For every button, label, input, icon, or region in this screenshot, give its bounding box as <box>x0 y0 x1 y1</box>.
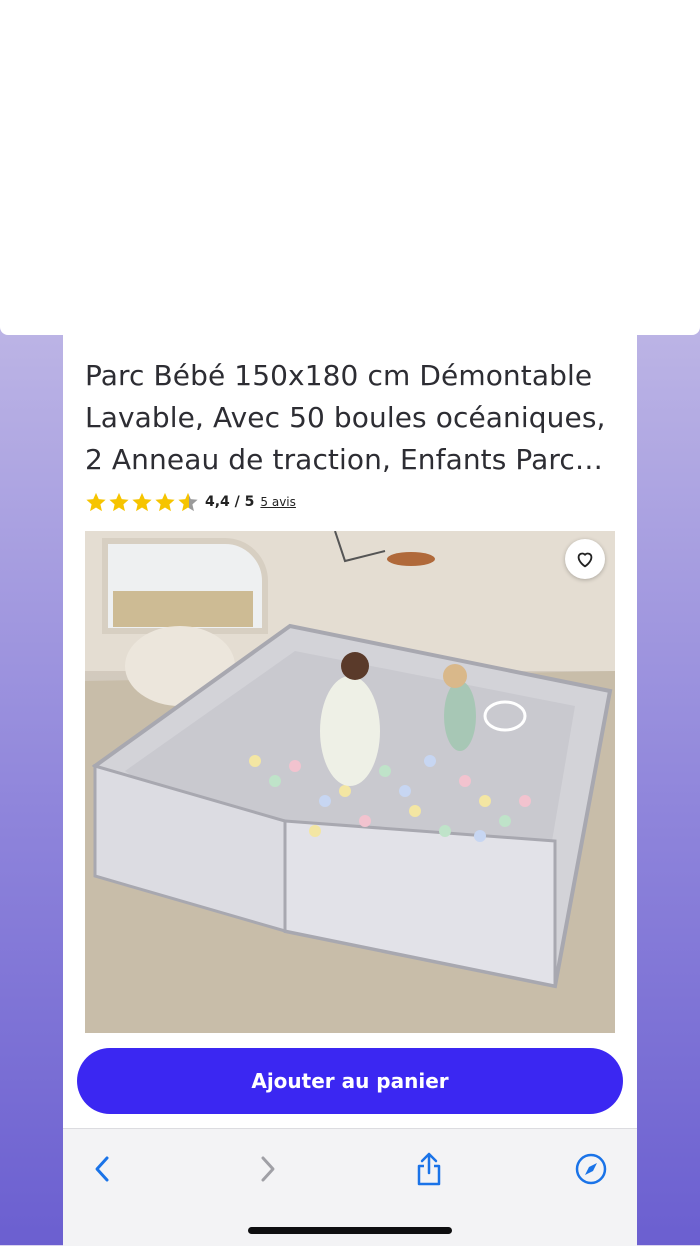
product-image[interactable] <box>85 531 615 1033</box>
star-icon <box>132 492 152 512</box>
rating-score: 4,4 / 5 <box>205 494 255 510</box>
share-icon <box>417 1152 441 1186</box>
star-icon <box>109 492 129 512</box>
star-half-icon <box>178 492 198 512</box>
title-line-1: Parc Bébé 150x180 cm Démontable <box>85 359 593 392</box>
browser-toolbar <box>63 1128 637 1246</box>
chevron-left-icon <box>95 1156 109 1182</box>
star-icon <box>155 492 175 512</box>
product-title[interactable]: Parc Bébé 150x180 cm Démontable Lavable,… <box>85 355 620 481</box>
star-icon <box>86 492 106 512</box>
heart-icon <box>577 552 593 568</box>
reviews-link[interactable]: 5 avis <box>260 495 296 509</box>
back-button[interactable] <box>83 1149 123 1189</box>
rating-row: 4,4 / 5 5 avis <box>85 489 296 515</box>
share-button[interactable] <box>409 1149 449 1189</box>
chevron-right-icon <box>261 1156 275 1182</box>
playpen-illustration <box>85 531 615 1033</box>
favorite-button[interactable] <box>565 539 605 579</box>
forward-button[interactable] <box>247 1149 287 1189</box>
title-line-2: Lavable, Avec 50 boules océaniques, <box>85 401 606 434</box>
compass-icon <box>575 1153 607 1185</box>
rating-stars <box>85 491 199 513</box>
safari-compass-button[interactable] <box>571 1149 611 1189</box>
home-indicator <box>248 1227 452 1234</box>
add-to-cart-button[interactable]: Ajouter au panier <box>77 1048 623 1114</box>
title-line-3: 2 Anneau de traction, Enfants Parc… <box>85 443 604 476</box>
redacted-overlay <box>0 0 700 335</box>
